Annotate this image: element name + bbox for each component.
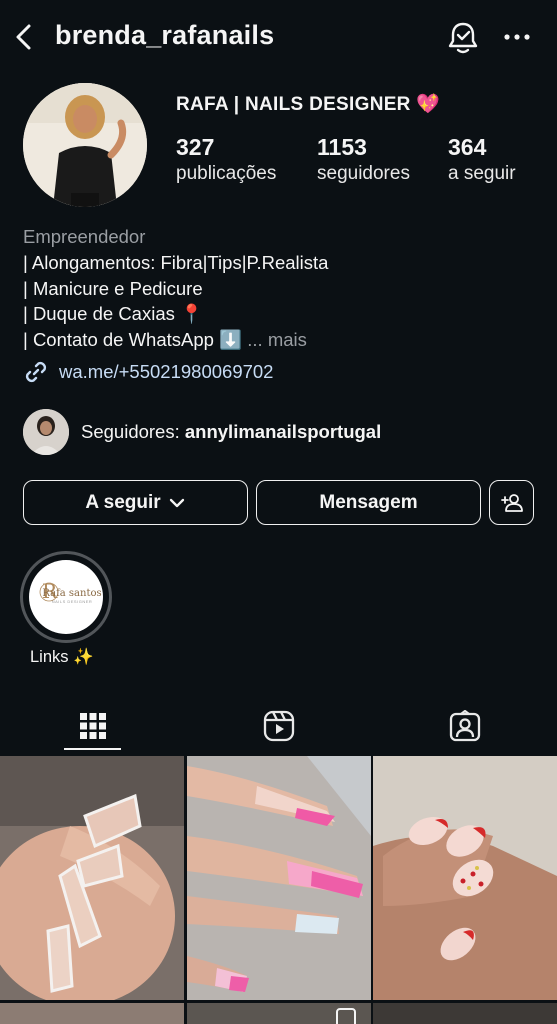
following-button[interactable]: A seguir <box>23 480 248 525</box>
tab-tagged[interactable] <box>372 698 557 754</box>
post-image <box>187 756 371 1000</box>
post-thumbnail[interactable] <box>187 1003 371 1024</box>
stat-followers-label: seguidores <box>317 163 410 184</box>
post-thumbnail[interactable] <box>373 1003 557 1024</box>
post-image <box>0 1003 184 1024</box>
followed-by-name[interactable]: annylimanailsportugal <box>185 421 381 442</box>
bio-line: | Duque de Caxias 📍 <box>23 303 204 325</box>
profile-display-name: RAFA | NAILS DESIGNER 💖 <box>176 94 441 115</box>
post-image <box>373 1003 557 1024</box>
tab-posts[interactable] <box>0 698 185 754</box>
stat-posts-label: publicações <box>176 163 277 184</box>
follower-avatar <box>23 409 69 455</box>
profile-username: brenda_rafanails <box>55 20 275 50</box>
avatar-photo <box>23 83 147 207</box>
tagged-icon <box>449 710 480 742</box>
bio-more-button[interactable]: ... mais <box>247 329 307 350</box>
stat-following-value: 364 <box>448 134 487 160</box>
add-person-icon <box>500 493 523 512</box>
reels-icon <box>263 710 294 742</box>
posts-grid <box>0 756 557 1024</box>
stat-following[interactable]: 364 a seguir <box>448 134 516 185</box>
stat-posts-value: 327 <box>176 134 215 160</box>
stat-posts: 327 publicações <box>176 134 276 185</box>
grid-icon <box>79 713 106 739</box>
stat-followers[interactable]: 1153 seguidores <box>317 134 410 185</box>
post-thumbnail[interactable] <box>0 1003 184 1024</box>
followed-by-row[interactable]: Seguidores: annylimanailsportugal <box>23 408 381 456</box>
bio-line: | Contato de WhatsApp ⬇️ <box>23 329 243 351</box>
bio-line-last: | Contato de WhatsApp ⬇️ ... mais <box>23 327 543 353</box>
bio-line: | Alongamentos: Fibra|Tips|P.Realista <box>23 251 329 273</box>
following-button-label: A seguir <box>85 491 161 513</box>
post-thumbnail[interactable] <box>0 756 184 1000</box>
follower-avatar-photo <box>23 409 69 455</box>
bell-check-icon[interactable] <box>446 20 480 56</box>
bio-link[interactable]: wa.me/+55021980069702 <box>23 358 273 386</box>
active-tab-indicator <box>64 748 121 750</box>
stat-following-label: a seguir <box>448 163 516 184</box>
message-button[interactable]: Mensagem <box>256 480 481 525</box>
post-image <box>0 756 184 1000</box>
link-icon <box>25 361 47 383</box>
bio-link-text[interactable]: wa.me/+55021980069702 <box>59 361 273 383</box>
more-horizontal-icon[interactable] <box>500 22 534 52</box>
message-button-label: Mensagem <box>319 491 418 513</box>
post-image <box>373 756 557 1000</box>
suggest-people-button[interactable] <box>489 480 534 525</box>
story-highlight[interactable]: R Rafa santos NAILS DESIGNER <box>20 551 112 643</box>
chevron-left-icon[interactable] <box>8 20 38 54</box>
chevron-down-icon <box>169 498 184 507</box>
profile-bio: Empreendedor | Alongamentos: Fibra|Tips|… <box>23 224 543 353</box>
profile-avatar[interactable] <box>23 83 147 207</box>
followed-by-prefix: Seguidores: <box>81 421 185 442</box>
post-thumbnail[interactable] <box>187 756 371 1000</box>
profile-tabs <box>0 698 557 754</box>
highlight-cover-subtext: NAILS DESIGNER <box>51 599 93 604</box>
post-image <box>187 1003 371 1024</box>
highlight-label: Links ✨ <box>30 648 94 666</box>
bio-line: | Manicure e Pedicure <box>23 277 203 299</box>
followed-by-text: Seguidores: annylimanailsportugal <box>81 421 381 443</box>
top-bar: brenda_rafanails <box>0 0 557 74</box>
stat-followers-value: 1153 <box>317 134 367 160</box>
tab-reels[interactable] <box>186 698 371 754</box>
bio-category: Empreendedor <box>23 226 146 247</box>
highlight-cover: R Rafa santos NAILS DESIGNER <box>29 560 103 634</box>
highlight-cover-text: Rafa santos <box>42 588 102 599</box>
post-thumbnail[interactable] <box>373 756 557 1000</box>
